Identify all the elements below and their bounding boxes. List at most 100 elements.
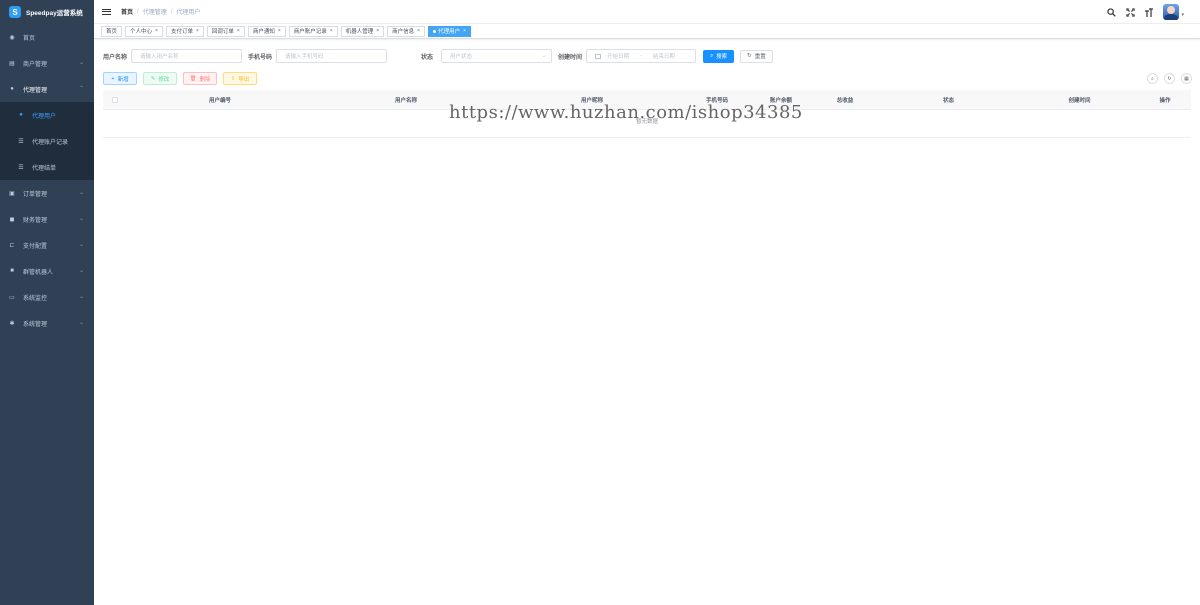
sidebar: S Speedpay运营系统 ◉ 首页 ▤ 商户管理 ⌄ ● 代理管理 ⌃ ● … (0, 0, 94, 605)
chevron-down-icon: ⌄ (78, 190, 84, 196)
sidebar-item-label: 商户管理 (23, 61, 48, 68)
sidebar-item-monitor[interactable]: ▭ 系统监控 ⌄ (0, 284, 94, 310)
chevron-down-icon: ⌄ (78, 268, 84, 274)
monitor-icon: ▭ (9, 294, 15, 301)
hamburger-icon[interactable] (102, 8, 111, 15)
plus-icon: + (111, 75, 115, 82)
header-tools: ▾ (1106, 4, 1184, 20)
chevron-down-icon: ⌄ (78, 60, 84, 66)
robot-icon: ■ (10, 268, 14, 274)
tag-profile[interactable]: 个人中心 × (125, 25, 163, 37)
caret-down-icon[interactable]: ▾ (1181, 12, 1184, 18)
sidebar-item-payment-config[interactable]: ⊏ 支付配置 ⌄ (0, 232, 94, 258)
agent-icon: ● (10, 86, 14, 92)
phone-label: 手机号码 (248, 54, 273, 61)
close-icon[interactable]: × (278, 28, 281, 34)
trash-icon: 🗑 (189, 75, 197, 82)
status-select[interactable]: 用户状态 ⌄ (441, 49, 553, 63)
breadcrumb-section: 代理管理 (142, 10, 167, 16)
column-header: 总收益 (836, 97, 854, 104)
tag-merchant-account-records[interactable]: 商户账户记录 × (288, 25, 338, 37)
dashboard-icon: ◉ (9, 34, 15, 41)
sidebar-item-agent-statements[interactable]: ☰ 代理结单 (0, 154, 94, 180)
tag-home[interactable]: 首页 (101, 25, 123, 37)
close-icon[interactable]: × (417, 28, 420, 34)
merchant-icon: ▤ (9, 60, 15, 67)
column-header: 用户昵称 (580, 97, 603, 104)
sidebar-item-finance[interactable]: ◼ 财务管理 ⌄ (0, 206, 94, 232)
sidebar-item-home[interactable]: ◉ 首页 (0, 24, 94, 50)
chevron-down-icon: ⌄ (78, 242, 84, 248)
date-range-picker[interactable]: 开始日期 - 结束日期 (586, 49, 697, 63)
sidebar-item-robot[interactable]: ■ 群管机器人 ⌄ (0, 258, 94, 284)
close-icon[interactable]: × (155, 28, 158, 34)
user-icon: ● (19, 112, 23, 118)
refresh-icon[interactable]: ↻ (1164, 73, 1175, 84)
sidebar-item-orders[interactable]: ▣ 订单管理 ⌄ (0, 180, 94, 206)
close-icon[interactable]: × (237, 28, 240, 34)
column-header: 用户名称 (394, 97, 417, 104)
payment-config-icon: ⊏ (9, 242, 15, 249)
delete-button[interactable]: 🗑 删除 (183, 72, 217, 85)
brand[interactable]: S Speedpay运营系统 (0, 0, 94, 24)
column-header: 创建时间 (1068, 97, 1091, 104)
tag-callback-orders[interactable]: 回调订单 × (206, 25, 245, 37)
close-icon[interactable]: × (376, 28, 379, 34)
sidebar-item-label: 代理管理 (23, 87, 48, 94)
close-icon[interactable]: × (196, 28, 199, 34)
sidebar-item-agent-account-records[interactable]: ☰ 代理账户记录 (0, 128, 94, 154)
chevron-down-icon: ⌄ (541, 53, 547, 59)
sidebar-item-label: 系统监控 (23, 295, 48, 302)
tag-pay-orders[interactable]: 支付订单 × (165, 25, 204, 37)
avatar[interactable] (1163, 4, 1180, 20)
settings-icon: ✱ (9, 320, 15, 327)
list-icon: ☰ (18, 138, 24, 145)
right-toolbar: ⌕ ↻ ▦ (1147, 73, 1192, 84)
edit-button[interactable]: ✎ 修改 (143, 72, 177, 85)
add-button[interactable]: + 新增 (103, 72, 137, 85)
close-icon[interactable]: × (330, 28, 333, 34)
sidebar-item-label: 代理账户记录 (32, 139, 69, 146)
tag-merchant-info[interactable]: 商户信息 × (387, 25, 426, 37)
action-toolbar: + 新增 ✎ 修改 🗑 删除 ⇩ 导出 (103, 72, 257, 85)
agent-user-table: 用户编号 用户名称 用户昵称 手机号码 账户余额 总收益 状态 创建时间 操作 … (103, 90, 1191, 138)
chevron-down-icon: ⌄ (78, 216, 84, 222)
breadcrumb-current: 代理用户 (176, 10, 201, 16)
search-button[interactable]: ⌕ 搜索 (703, 49, 735, 63)
sidebar-item-agent[interactable]: ● 代理管理 ⌃ (0, 76, 94, 102)
sidebar-item-label: 财务管理 (23, 217, 48, 224)
chevron-down-icon: ⌄ (78, 294, 84, 300)
column-header: 账户余额 (769, 97, 792, 104)
order-icon: ▣ (9, 190, 15, 197)
tag-agent-users[interactable]: 代理用户 × (428, 25, 472, 37)
select-all-checkbox[interactable] (112, 96, 118, 103)
toggle-search-icon[interactable]: ⌕ (1147, 73, 1158, 84)
sidebar-item-label: 首页 (23, 35, 36, 42)
download-icon: ⇩ (230, 75, 236, 82)
search-icon[interactable] (1106, 7, 1116, 17)
reset-button[interactable]: ↻ 重置 (740, 49, 773, 63)
chevron-down-icon: ⌄ (78, 320, 84, 326)
phone-input[interactable]: 请输入手机号码 (276, 49, 388, 63)
sidebar-item-label: 订单管理 (23, 191, 48, 198)
search-icon: ⌕ (710, 52, 714, 59)
agent-submenu: ● 代理用户 ☰ 代理账户记录 ☰ 代理结单 (0, 102, 94, 180)
finance-icon: ◼ (9, 216, 15, 223)
breadcrumb-home[interactable]: 首页 (121, 7, 133, 16)
fullscreen-icon[interactable] (1125, 7, 1135, 17)
calendar-icon (595, 53, 602, 59)
export-button[interactable]: ⇩ 导出 (223, 72, 257, 85)
sidebar-item-agent-users[interactable]: ● 代理用户 (0, 102, 94, 128)
sidebar-item-system[interactable]: ✱ 系统管理 ⌄ (0, 310, 94, 336)
column-header: 手机号码 (705, 97, 728, 104)
username-input[interactable]: 请输入用户名称 (131, 49, 243, 63)
refresh-icon: ↻ (747, 53, 752, 59)
sidebar-item-merchant[interactable]: ▤ 商户管理 ⌄ (0, 50, 94, 76)
username-label: 用户名称 (103, 54, 128, 61)
tag-robot-management[interactable]: 机器人管理 × (340, 25, 385, 37)
font-size-icon[interactable] (1144, 7, 1154, 17)
tag-merchant-notify[interactable]: 商户通知 × (247, 25, 286, 37)
sidebar-item-label: 代理用户 (32, 113, 57, 120)
close-icon[interactable]: × (463, 28, 466, 34)
columns-icon[interactable]: ▦ (1181, 73, 1192, 84)
